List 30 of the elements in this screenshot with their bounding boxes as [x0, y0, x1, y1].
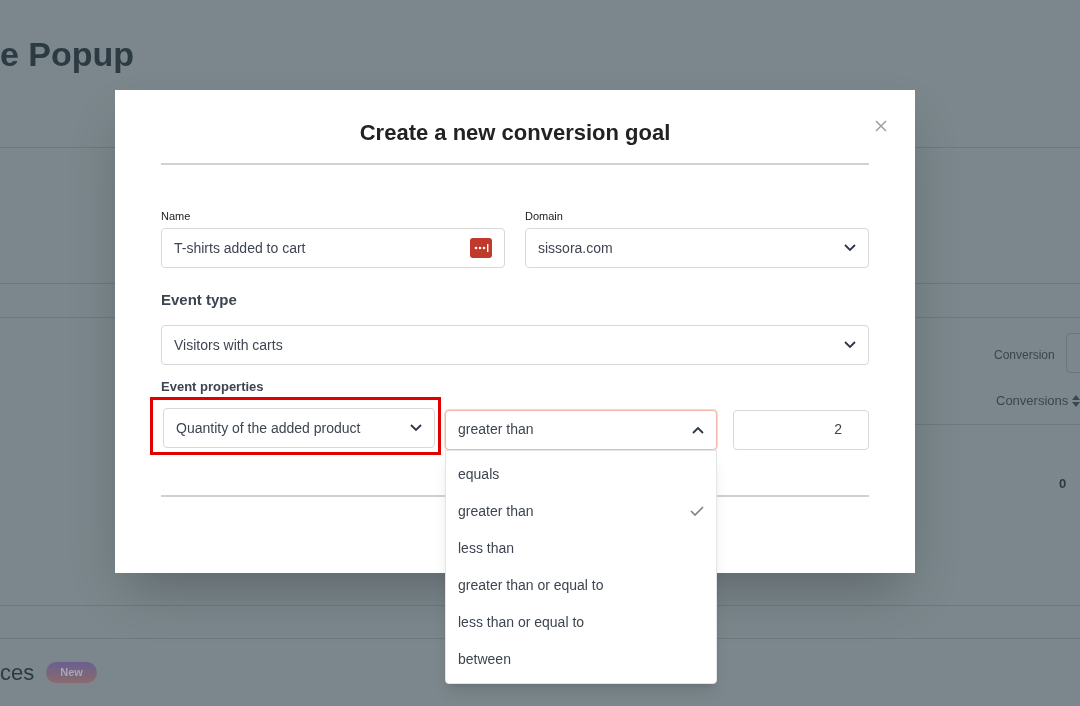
password-manager-icon[interactable]	[470, 238, 492, 258]
property-select[interactable]: Quantity of the added product	[163, 408, 435, 448]
dropdown-option[interactable]: equals	[446, 455, 716, 493]
dropdown-option[interactable]: between	[446, 640, 716, 678]
field-label: Domain	[525, 209, 564, 223]
caret-up-icon	[692, 425, 704, 434]
amount-field[interactable]: 2	[733, 409, 869, 450]
field-label: Name	[161, 209, 192, 223]
caret-down-icon	[844, 341, 856, 349]
section-title: ces	[0, 659, 35, 687]
field-label: Event properties	[161, 379, 265, 395]
sort-icon[interactable]	[1072, 394, 1080, 407]
event-type-select[interactable]: Visitors with carts	[161, 325, 869, 365]
caret-down-icon	[410, 424, 422, 432]
dropdown-option[interactable]: less than or equal to	[446, 603, 716, 641]
table-cell-text: 0	[1059, 475, 1067, 493]
name-field[interactable]: T-shirts added to cart	[161, 228, 505, 268]
column-header: Conversions	[996, 392, 1069, 410]
section-heading: Event type	[161, 291, 238, 309]
new-badge: New	[46, 662, 97, 683]
close-icon[interactable]	[875, 120, 887, 132]
dropdown-option[interactable]: greater than or equal to	[446, 566, 716, 604]
conversion-label: Conversion	[994, 347, 1055, 364]
dropdown-option[interactable]: less than	[446, 529, 716, 567]
dialog-title: Create a new conversion goal	[358, 119, 672, 147]
operator-select[interactable]: greater than	[445, 409, 717, 450]
domain-select[interactable]: sissora.com	[525, 228, 869, 268]
dropdown-option[interactable]: greater than	[446, 492, 716, 530]
caret-down-icon	[844, 244, 856, 252]
page-title: e Popup	[0, 34, 135, 74]
